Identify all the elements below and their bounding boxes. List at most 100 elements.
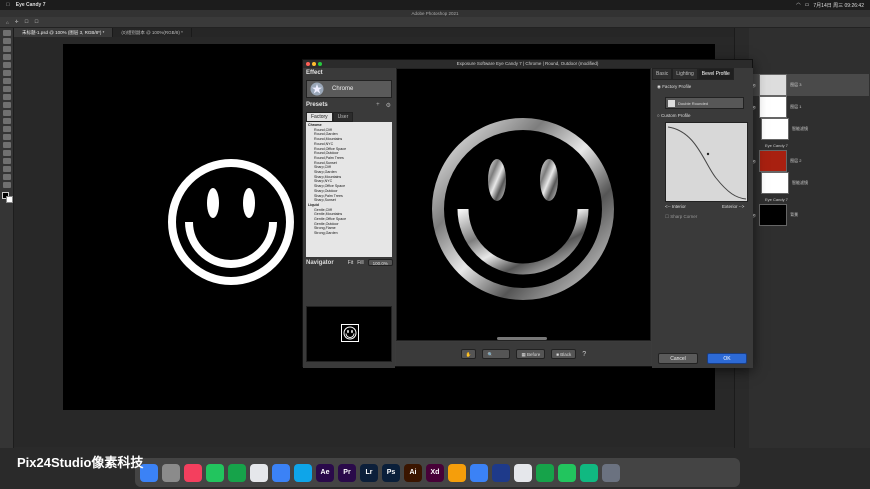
dock-chrome-icon[interactable] xyxy=(514,463,532,482)
doc-tab-2[interactable]: (0)组别副本 @ 100%(RGB/8) * xyxy=(113,28,192,37)
dodge-tool-icon[interactable] xyxy=(3,134,11,140)
dock-numbers-icon[interactable] xyxy=(558,463,576,482)
before-toggle[interactable]: ▦ Before xyxy=(516,349,546,359)
background-select[interactable]: ■ Black xyxy=(551,349,577,359)
healing-tool-icon[interactable] xyxy=(3,78,11,84)
factory-profile-radio[interactable]: ◉ Factory Profile xyxy=(657,84,691,90)
shape-tool-icon[interactable] xyxy=(3,166,11,172)
nav-fit-button[interactable]: Fit xyxy=(348,260,354,266)
tools-panel xyxy=(0,28,14,448)
brush-tool-icon[interactable] xyxy=(3,86,11,92)
ok-button[interactable]: OK xyxy=(707,353,747,364)
dock-cinema-4d-icon[interactable] xyxy=(492,463,510,482)
wifi-icon[interactable]: ◠ xyxy=(796,2,800,8)
preset-list[interactable]: Chrome Round,Cliff Round,Garden Round,Mount… xyxy=(306,122,392,257)
move-tool-icon[interactable]: ✛ xyxy=(15,19,19,25)
preset-item[interactable]: Strong,Garden xyxy=(308,231,390,236)
filter-row[interactable]: Eye Candy 7 xyxy=(751,140,869,150)
dock-trash-icon[interactable] xyxy=(602,463,620,482)
zoom-tool-button[interactable]: 🔍 xyxy=(482,349,511,359)
dock-xmind-icon[interactable] xyxy=(536,463,554,482)
profile-select-value: Double Rounded xyxy=(678,100,709,106)
dock-photoshop-icon[interactable]: Ps xyxy=(382,463,400,482)
tab-user[interactable]: User xyxy=(332,112,354,122)
profile-icon xyxy=(668,99,675,107)
quick-select-tool-icon[interactable] xyxy=(3,54,11,60)
dock-pixelmator-icon[interactable] xyxy=(272,463,290,482)
layer-name: 图层 1 xyxy=(790,104,802,109)
tab-basic[interactable]: Basic xyxy=(652,68,673,80)
dock-music-icon[interactable] xyxy=(184,463,202,482)
help-icon[interactable]: ? xyxy=(582,351,586,358)
preview-scrollbar[interactable] xyxy=(497,337,547,340)
dock-maps-icon[interactable] xyxy=(580,463,598,482)
smart-filter-row[interactable]: 智能滤镜 xyxy=(751,172,869,194)
move-tool-icon[interactable] xyxy=(3,30,11,36)
dock-launchpad-icon[interactable] xyxy=(162,463,180,482)
effect-selector[interactable]: Chrome xyxy=(306,80,392,98)
history-brush-icon[interactable] xyxy=(3,102,11,108)
pen-tool-icon[interactable] xyxy=(3,142,11,148)
eraser-tool-icon[interactable] xyxy=(3,110,11,116)
layer-row[interactable]: 👁 背景 xyxy=(751,204,869,226)
color-swatches[interactable] xyxy=(2,192,13,204)
dock-illustrator-icon[interactable]: Ai xyxy=(404,463,422,482)
dock-messages-icon[interactable] xyxy=(206,463,224,482)
blur-tool-icon[interactable] xyxy=(3,126,11,132)
dock-after-effects-icon[interactable]: Ae xyxy=(316,463,334,482)
dock-chrome-icon[interactable] xyxy=(250,463,268,482)
dock-keynote-icon[interactable] xyxy=(470,463,488,482)
layer-row[interactable]: 👁 图层 2 xyxy=(751,150,869,172)
stamp-tool-icon[interactable] xyxy=(3,94,11,100)
navigator-thumbnail[interactable] xyxy=(306,306,392,362)
dock-wechat-icon[interactable] xyxy=(228,463,246,482)
type-tool-icon[interactable] xyxy=(3,150,11,156)
zoom-tool-icon[interactable] xyxy=(3,182,11,188)
lasso-tool-icon[interactable] xyxy=(3,46,11,52)
home-icon[interactable]: ⌂ xyxy=(6,20,9,25)
sharp-corner-checkbox[interactable]: ☐ Sharp Corner xyxy=(665,214,697,220)
layer-row[interactable]: 👁 图层 3 xyxy=(751,74,869,96)
profile-select[interactable]: Double Rounded xyxy=(665,97,744,109)
dock-premiere-icon[interactable]: Pr xyxy=(338,463,356,482)
dock-sketch-icon[interactable] xyxy=(448,463,466,482)
dock-safari-icon[interactable] xyxy=(294,463,312,482)
preset-settings-icon[interactable]: ⚙ xyxy=(386,102,391,109)
nav-zoom-select[interactable]: 100.0% xyxy=(367,259,393,266)
tab-lighting[interactable]: Lighting xyxy=(672,68,698,80)
hand-tool-button[interactable]: ✋ xyxy=(460,349,477,359)
auto-select-checkbox[interactable]: ☐ xyxy=(25,19,29,25)
custom-profile-label: Custom Profile xyxy=(660,113,691,118)
smart-filter-row[interactable]: 智能滤镜 xyxy=(751,118,869,140)
doc-tab-1[interactable]: 未标题-1.psd @ 100% (图层 3, RGB/8*) * xyxy=(14,28,114,37)
dialog-title: Exposure Software Eye Candy 7 | Chrome |… xyxy=(456,61,599,66)
zoom-button[interactable] xyxy=(318,62,322,66)
filter-row[interactable]: Eye Candy 7 xyxy=(751,194,869,204)
path-select-icon[interactable] xyxy=(3,158,11,164)
crop-tool-icon[interactable] xyxy=(3,62,11,68)
hand-tool-icon[interactable] xyxy=(3,174,11,180)
menubar-clock[interactable]: 7月14日 周三 09:26:42 xyxy=(813,2,864,9)
nav-fill-button[interactable]: Fill xyxy=(357,260,363,266)
menubar-app-name[interactable]: Eye Candy 7 xyxy=(16,2,46,8)
preview-window[interactable] xyxy=(396,68,651,341)
close-button[interactable] xyxy=(306,62,310,66)
profile-curve-graph[interactable] xyxy=(665,122,748,202)
navigator-heading: Navigator xyxy=(306,259,334,266)
add-preset-icon[interactable]: + xyxy=(376,102,380,108)
layer-thumbnail xyxy=(759,204,788,226)
custom-profile-radio[interactable]: ○ Custom Profile xyxy=(657,113,690,118)
transform-controls-checkbox[interactable]: ☐ xyxy=(35,19,39,25)
battery-icon[interactable]: ▭ xyxy=(805,2,810,8)
cancel-button[interactable]: Cancel xyxy=(658,353,698,364)
eyedropper-tool-icon[interactable] xyxy=(3,70,11,76)
dock-lightroom-icon[interactable]: Lr xyxy=(360,463,378,482)
gradient-tool-icon[interactable] xyxy=(3,118,11,124)
dock-xd-icon[interactable]: Xd xyxy=(426,463,444,482)
apple-icon[interactable]:  xyxy=(6,2,10,8)
marquee-tool-icon[interactable] xyxy=(3,38,11,44)
tab-factory[interactable]: Factory xyxy=(306,112,333,122)
layer-row[interactable]: 👁 图层 1 xyxy=(751,96,869,118)
tab-bevel-profile[interactable]: Bevel Profile xyxy=(697,68,734,80)
minimize-button[interactable] xyxy=(312,62,316,66)
